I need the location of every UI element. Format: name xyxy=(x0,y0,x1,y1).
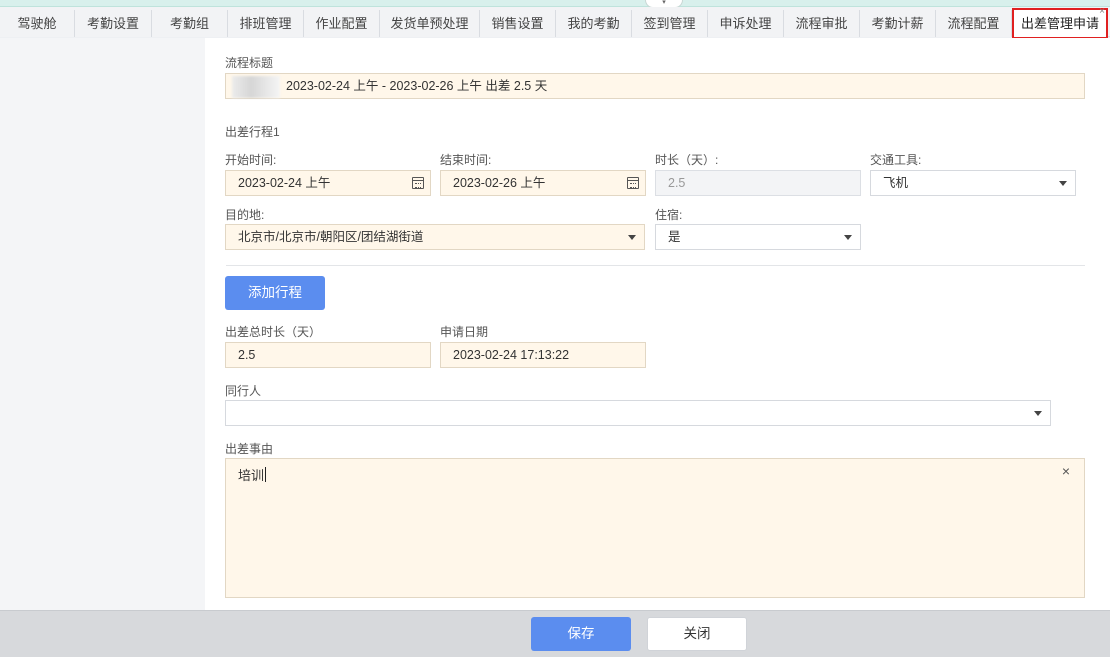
chevron-down-icon xyxy=(1034,411,1042,416)
close-button[interactable]: 关闭 xyxy=(647,617,747,651)
lodging-value: 是 xyxy=(668,230,681,244)
lodging-select[interactable]: 是 xyxy=(655,224,861,250)
chevron-down-icon xyxy=(1059,181,1067,186)
destination-select[interactable]: 北京市/北京市/朝阳区/团结湖街道 xyxy=(225,224,645,250)
close-icon[interactable]: × xyxy=(1099,6,1105,18)
chevron-down-icon xyxy=(844,235,852,240)
process-title-label: 流程标题 xyxy=(225,56,274,70)
tab-shift-management[interactable]: 排班管理 xyxy=(228,10,304,37)
tab-shipment-preprocess[interactable]: 发货单预处理 xyxy=(380,10,480,37)
top-strip xyxy=(0,0,1110,7)
reason-value: 培训 xyxy=(238,468,265,483)
apply-date-field[interactable]: 2023-02-24 17:13:22 xyxy=(440,342,646,368)
clear-icon[interactable]: × xyxy=(1062,463,1070,479)
total-duration-label: 出差总时长（天） xyxy=(225,325,322,339)
total-duration-field[interactable]: 2.5 xyxy=(225,342,431,368)
left-panel xyxy=(0,38,205,610)
text-cursor xyxy=(265,467,267,482)
duration-label: 时长（天）: xyxy=(655,153,719,167)
tab-process-config[interactable]: 流程配置 xyxy=(936,10,1012,37)
save-button[interactable]: 保存 xyxy=(531,617,631,651)
trip-section-heading: 出差行程1 xyxy=(225,125,280,139)
end-time-label: 结束时间: xyxy=(440,153,492,167)
tab-process-approval[interactable]: 流程审批 xyxy=(784,10,860,37)
calendar-icon[interactable] xyxy=(412,177,424,189)
companion-label: 同行人 xyxy=(225,384,262,398)
tab-attendance-settings[interactable]: 考勤设置 xyxy=(75,10,152,37)
start-time-label: 开始时间: xyxy=(225,153,277,167)
lodging-label: 住宿: xyxy=(655,208,683,222)
tab-bar: 驾驶舱 考勤设置 考勤组 排班管理 作业配置 发货单预处理 销售设置 我的考勤 … xyxy=(0,6,1110,39)
calendar-icon[interactable] xyxy=(627,177,639,189)
section-divider xyxy=(226,265,1085,266)
reason-label: 出差事由 xyxy=(225,442,274,456)
tab-appeal-handling[interactable]: 申诉处理 xyxy=(708,10,784,37)
end-time-value: 2023-02-26 上午 xyxy=(453,176,546,190)
tab-attendance-group[interactable]: 考勤组 xyxy=(152,10,228,37)
transport-value: 飞机 xyxy=(883,176,909,190)
reason-textarea[interactable]: 培训 × xyxy=(225,458,1085,598)
destination-value: 北京市/北京市/朝阳区/团结湖街道 xyxy=(238,230,424,244)
tab-label: 出差管理申请 xyxy=(1020,16,1099,31)
tab-my-attendance[interactable]: 我的考勤 xyxy=(556,10,632,37)
start-time-value: 2023-02-24 上午 xyxy=(238,176,331,190)
tab-checkin-management[interactable]: 签到管理 xyxy=(632,10,708,37)
add-trip-button[interactable]: 添加行程 xyxy=(225,276,325,310)
destination-label: 目的地: xyxy=(225,208,265,222)
duration-field: 2.5 xyxy=(655,170,861,196)
tab-attendance-payroll[interactable]: 考勤计薪 xyxy=(860,10,936,37)
companion-select[interactable] xyxy=(225,400,1051,426)
transport-label: 交通工具: xyxy=(870,153,922,167)
transport-select[interactable]: 飞机 xyxy=(870,170,1076,196)
end-time-field[interactable]: 2023-02-26 上午 xyxy=(440,170,646,196)
chevron-down-icon xyxy=(628,235,636,240)
start-time-field[interactable]: 2023-02-24 上午 xyxy=(225,170,431,196)
tab-cockpit[interactable]: 驾驶舱 xyxy=(0,10,75,37)
apply-date-label: 申请日期 xyxy=(440,325,489,339)
tab-business-trip-application[interactable]: 出差管理申请 × xyxy=(1012,6,1108,39)
tab-sales-settings[interactable]: 销售设置 xyxy=(480,10,556,37)
process-title-field[interactable]: 2023-02-24 上午 - 2023-02-26 上午 出差 2.5 天 xyxy=(225,73,1085,99)
tab-job-config[interactable]: 作业配置 xyxy=(304,10,380,37)
redacted-name-blur xyxy=(232,76,280,98)
